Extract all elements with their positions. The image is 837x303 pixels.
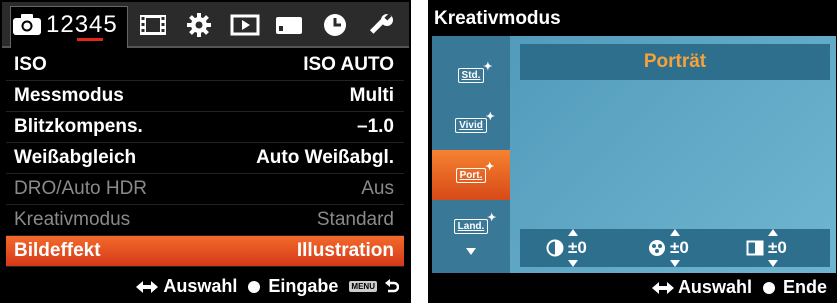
param-value: ±0 [670, 238, 689, 257]
camera-icon [13, 14, 41, 35]
saturation-icon [649, 240, 665, 256]
increase-icon [768, 229, 778, 236]
style-code: Land. [457, 220, 485, 232]
menu-row-value: Multi [349, 85, 394, 106]
sparkle-icon: ✦ [487, 211, 497, 224]
back-arrow-icon [385, 278, 400, 292]
style-item-vivid[interactable]: Vivid ✦ [432, 100, 510, 150]
center-button-icon [762, 282, 775, 295]
left-right-arrows-icon [136, 280, 159, 293]
selected-style-name: Porträt [520, 44, 830, 80]
sharpness-icon [746, 240, 764, 256]
active-page-indicator [77, 38, 103, 41]
select-hint: Auswahl [163, 276, 238, 296]
sparkle-icon: ✦ [485, 160, 495, 173]
menu-row-iso[interactable]: ISO ISO AUTO [6, 50, 404, 81]
menu-row-blitzkompens[interactable]: Blitzkompens. –1.0 [6, 112, 404, 143]
menu-row-value: Aus [361, 178, 394, 199]
menu-row-label: Messmodus [14, 85, 124, 106]
enter-hint: Eingabe [268, 276, 339, 296]
tab-page-numbers[interactable]: 12345 [46, 11, 118, 39]
style-chip: Land. ✦ [453, 212, 496, 234]
menu-row-label: ISO [14, 54, 47, 75]
style-chip: Vivid ✦ [455, 111, 495, 133]
menu-row-messmodus[interactable]: Messmodus Multi [6, 81, 404, 112]
film-icon[interactable] [138, 12, 168, 38]
param-sharpness[interactable]: ±0 [746, 229, 787, 267]
left-right-arrows-icon [651, 282, 674, 295]
screen-title: Kreativmodus [434, 8, 561, 29]
decrease-icon [568, 260, 578, 267]
menu-row-label: Kreativmodus [14, 209, 131, 230]
menu-button-badge: MENU [349, 281, 377, 292]
decrease-icon [670, 260, 680, 267]
end-hint: Ende [782, 277, 827, 297]
right-footer-hints: Auswahl Ende [651, 277, 827, 298]
style-code: Vivid [459, 119, 483, 131]
menu-list: ISO ISO AUTO Messmodus Multi Blitzkompens.… [6, 50, 404, 267]
style-item-portrait[interactable]: Port. ✦ [432, 150, 510, 200]
wrench-icon[interactable] [366, 12, 396, 38]
menu-row-value: Standard [316, 209, 394, 230]
menu-tab-bar: 12345 [2, 2, 409, 48]
menu-row-kreativmodus: Kreativmodus Standard [6, 205, 404, 236]
style-chip: Std. ✦ [457, 61, 492, 83]
menu-row-value: –1.0 [357, 116, 394, 137]
menu-row-bildeffekt[interactable]: Bildeffekt Illustration [6, 236, 404, 267]
menu-row-weissabgleich[interactable]: Weißabgleich Auto Weißabgl. [6, 143, 404, 174]
style-item-standard[interactable]: Std. ✦ [432, 50, 510, 100]
sparkle-icon: ✦ [483, 60, 493, 73]
contrast-icon [546, 239, 564, 257]
menu-row-value: ISO AUTO [303, 54, 394, 75]
style-code: Std. [461, 69, 481, 81]
param-contrast[interactable]: ±0 [546, 229, 587, 267]
menu-row-dro-hdr: DRO/Auto HDR Aus [6, 174, 404, 205]
gear-icon[interactable] [184, 12, 214, 38]
clock-icon[interactable] [320, 12, 350, 38]
style-item-landscape[interactable]: Land. ✦ [432, 206, 510, 246]
left-footer-hints: Auswahl Eingabe MENU [0, 275, 411, 297]
menu-row-value: Auto Weißabgl. [256, 147, 394, 168]
style-code: Port. [459, 169, 483, 181]
style-panel: Std. ✦ Vivid ✦ Port. ✦ Land. ✦ Porträt ±0 ±0 [432, 36, 836, 273]
decrease-icon [768, 260, 778, 267]
style-list: Std. ✦ Vivid ✦ Port. ✦ Land. ✦ [432, 36, 510, 273]
playback-icon[interactable] [230, 12, 260, 38]
sparkle-icon: ✦ [485, 110, 495, 123]
creative-style-screen: Kreativmodus Std. ✦ Vivid ✦ Port. ✦ Land. ✦ … [428, 0, 837, 303]
center-button-icon [248, 280, 261, 293]
menu-row-label: Weißabgleich [14, 147, 137, 168]
memory-card-icon[interactable] [274, 12, 304, 38]
menu-row-label: Blitzkompens. [14, 116, 143, 137]
camera-menu-screen: 12345 ISO ISO AUTO Messmodus Multi Blitzko… [0, 0, 411, 303]
select-hint: Auswahl [677, 277, 752, 297]
scroll-down-icon[interactable] [466, 248, 476, 255]
menu-row-value: Illustration [296, 240, 394, 261]
param-saturation[interactable]: ±0 [648, 229, 689, 267]
increase-icon [670, 229, 680, 236]
style-chip: Port. ✦ [455, 161, 494, 183]
param-value: ±0 [568, 238, 587, 257]
param-value: ±0 [768, 238, 787, 257]
menu-row-label: Bildeffekt [14, 240, 101, 261]
menu-row-label: DRO/Auto HDR [14, 178, 148, 199]
style-parameters: ±0 ±0 ±0 [520, 229, 830, 267]
increase-icon [568, 229, 578, 236]
